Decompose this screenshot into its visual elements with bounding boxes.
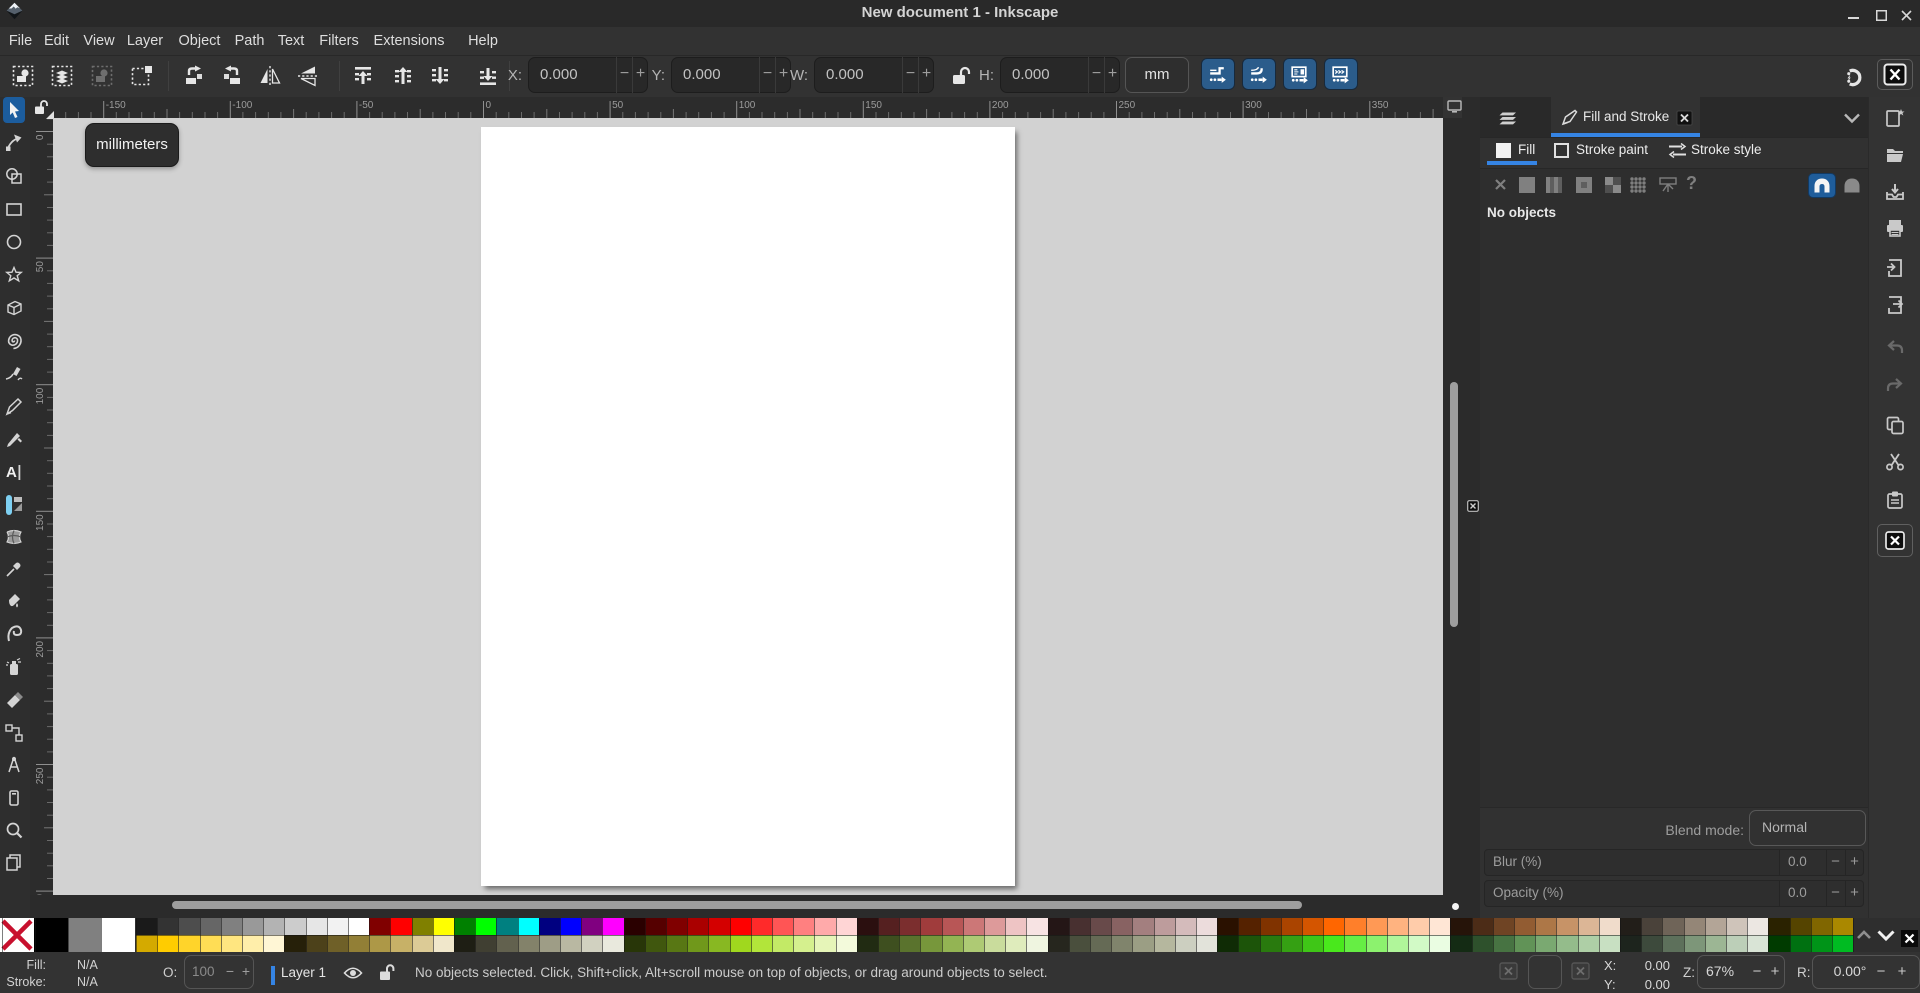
svg-text:0: 0 bbox=[35, 134, 46, 140]
svg-text:150: 150 bbox=[35, 514, 46, 531]
svg-text:100: 100 bbox=[739, 100, 756, 111]
svg-text:100: 100 bbox=[35, 387, 46, 404]
svg-text:-100: -100 bbox=[232, 100, 252, 111]
svg-text:350: 350 bbox=[1372, 100, 1389, 111]
svg-text:200: 200 bbox=[992, 100, 1009, 111]
svg-text:300: 300 bbox=[1245, 100, 1262, 111]
svg-text:250: 250 bbox=[1119, 100, 1136, 111]
svg-text:0: 0 bbox=[486, 100, 492, 111]
svg-text:250: 250 bbox=[35, 767, 46, 784]
svg-text:200: 200 bbox=[35, 640, 46, 657]
svg-text:50: 50 bbox=[612, 100, 624, 111]
svg-text:150: 150 bbox=[865, 100, 882, 111]
svg-text:A: A bbox=[6, 464, 17, 481]
svg-text:-150: -150 bbox=[106, 100, 126, 111]
svg-text:50: 50 bbox=[35, 261, 46, 273]
svg-text:-50: -50 bbox=[359, 100, 374, 111]
